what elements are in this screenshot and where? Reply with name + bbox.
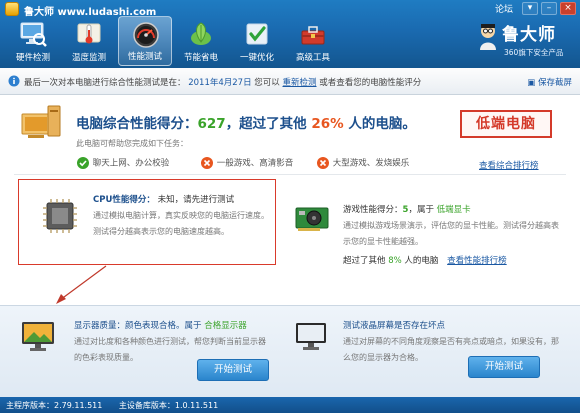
cpu-chip-icon bbox=[43, 199, 77, 233]
toolbox-icon bbox=[301, 26, 325, 45]
leaf-icon bbox=[191, 22, 211, 45]
gpu-score-title: 游戏性能得分：5，属于 低端显卡 bbox=[343, 203, 471, 215]
tasks-hint: 此电脑可帮助您完成如下任务： bbox=[76, 139, 188, 148]
nav-label: 硬件检测 bbox=[15, 53, 50, 63]
save-screenshot-button[interactable]: ▣ 保存截屏 bbox=[527, 76, 572, 88]
monitor-quality-label: 显示器质量：颜色表现合格。属于 bbox=[74, 321, 202, 331]
nav-advanced-tools[interactable]: 高级工具 bbox=[286, 16, 340, 66]
nav-power-saving[interactable]: 节能省电 bbox=[174, 16, 228, 66]
forum-link[interactable]: 论坛 bbox=[495, 2, 513, 15]
nav-label: 性能测试 bbox=[127, 52, 162, 62]
check-circle-icon bbox=[77, 157, 89, 169]
overall-rank-link[interactable]: 查看综合排行榜 bbox=[479, 159, 539, 171]
info-prefix: 最后一次对本电脑进行综合性能测试是在： bbox=[24, 78, 186, 88]
cpu-description: 通过模拟电脑计算，真实反映您的电脑运行速度。测试得分越高表示您的电脑速度越高。 bbox=[93, 211, 269, 236]
overall-score-percent: 26% bbox=[311, 116, 344, 132]
menu-dropdown-icon[interactable]: ▾ bbox=[522, 2, 538, 15]
capability-label: 一般游戏、高清影音 bbox=[216, 158, 294, 169]
nav-label: 温度监测 bbox=[71, 53, 106, 63]
start-lcd-test-button[interactable]: 开始测试 bbox=[468, 356, 540, 378]
cross-circle-icon bbox=[317, 157, 329, 169]
info-mid: 您可以 bbox=[254, 78, 280, 88]
save-screenshot-label: 保存截屏 bbox=[537, 78, 572, 88]
nav-temperature-monitor[interactable]: 温度监测 bbox=[62, 16, 116, 66]
version-info: 主程序版本：2.79.11.511 主设备库版本：1.0.11.511 bbox=[6, 400, 218, 411]
score-suffix: 人的电脑。 bbox=[348, 116, 416, 132]
display-tests-panel: 显示器质量：颜色表现合格。属于 合格显示器 通过对比度和各种颜色进行测试，帮您判… bbox=[0, 305, 580, 397]
gpu-beat-prefix: 超过了其他 bbox=[343, 256, 386, 266]
nav-performance-test[interactable]: 性能测试 bbox=[118, 16, 172, 66]
brand: 鲁大师 360旗下安全产品 bbox=[476, 20, 566, 64]
gpu-beat-line: 超过了其他 8% 人的电脑 查看性能排行榜 bbox=[343, 254, 507, 266]
gpu-rank-link[interactable]: 查看性能排行榜 bbox=[447, 256, 507, 266]
nav-hardware-detection[interactable]: 硬件检测 bbox=[6, 16, 60, 66]
last-test-date: 2011年4月27日 bbox=[188, 78, 252, 88]
brand-slogan: 360旗下安全产品 bbox=[504, 48, 564, 57]
device-db-version: 主设备库版本：1.0.11.511 bbox=[118, 401, 219, 410]
divider bbox=[14, 174, 566, 175]
score-middle: ，超过了其他 bbox=[225, 116, 307, 132]
graphics-card-icon bbox=[295, 207, 329, 231]
score-prefix: 电脑综合性能得分： bbox=[76, 116, 198, 132]
cpu-score-title: CPU性能得分： 未知，请先进行测试 bbox=[93, 193, 234, 205]
start-monitor-test-button[interactable]: 开始测试 bbox=[197, 359, 269, 381]
nav-one-click-optimize[interactable]: 一键优化 bbox=[230, 16, 284, 66]
capability-list: 聊天上网、办公校验 一般游戏、高清影音 大型游戏、发烧娱乐 bbox=[76, 156, 459, 170]
cpu-score-status: 未知，请先进行测试 bbox=[157, 195, 235, 205]
app-logo-icon bbox=[5, 2, 19, 16]
checkmark-icon bbox=[246, 23, 268, 45]
mascot-icon bbox=[480, 24, 496, 50]
gpu-beat-percent: 8% bbox=[388, 256, 402, 266]
info-suffix: 或者查看您的电脑性能评分 bbox=[319, 78, 422, 88]
capability-label: 聊天上网、办公校验 bbox=[92, 158, 170, 169]
nav-label: 高级工具 bbox=[295, 53, 330, 63]
capability-item: 一般游戏、高清影音 bbox=[200, 156, 316, 170]
brand-name: 鲁大师 bbox=[502, 25, 556, 45]
nav-label: 节能省电 bbox=[183, 53, 218, 63]
capability-item: 大型游戏、发烧娱乐 bbox=[316, 156, 459, 170]
main-nav: 硬件检测 温度监测 性能测试 节能省电 一键优化 高级工具 bbox=[6, 16, 340, 66]
hardware-monitor-icon bbox=[20, 22, 47, 47]
capability-item: 聊天上网、办公校验 bbox=[76, 156, 200, 170]
camera-icon: ▣ bbox=[527, 78, 536, 88]
gpu-beat-suffix: 人的电脑 bbox=[404, 256, 439, 266]
gpu-score-label: 游戏性能得分： bbox=[343, 205, 403, 215]
info-bar: 最后一次对本电脑进行综合性能测试是在： 2011年4月27日 您可以 重新检测 … bbox=[0, 68, 580, 95]
info-icon bbox=[8, 75, 20, 87]
lcd-screen-icon bbox=[296, 323, 326, 350]
computer-icon bbox=[21, 105, 61, 138]
close-icon[interactable]: × bbox=[560, 2, 576, 15]
header: 鲁大师 www.ludashi.com 论坛 ▾ – × 硬件检测 温度监测 性… bbox=[0, 0, 580, 68]
capability-label: 大型游戏、发烧娱乐 bbox=[332, 158, 410, 169]
pc-tier-stamp: 低端电脑 bbox=[460, 110, 552, 138]
gpu-tier-prefix: ，属于 bbox=[408, 205, 434, 215]
speedometer-icon bbox=[133, 22, 159, 48]
nav-label: 一键优化 bbox=[239, 53, 274, 63]
monitor-quality-title: 显示器质量：颜色表现合格。属于 合格显示器 bbox=[74, 319, 247, 331]
gpu-tier: 低端显卡 bbox=[436, 205, 471, 215]
cross-circle-icon bbox=[201, 157, 213, 169]
program-version: 主程序版本：2.79.11.511 bbox=[6, 401, 103, 410]
overall-score-line: 电脑综合性能得分：627，超过了其他 26% 人的电脑。 bbox=[76, 112, 416, 132]
last-test-info: 最后一次对本电脑进行综合性能测试是在： 2011年4月27日 您可以 重新检测 … bbox=[24, 76, 421, 88]
monitor-tier: 合格显示器 bbox=[204, 321, 247, 331]
retest-link[interactable]: 重新检测 bbox=[283, 78, 317, 88]
gpu-description: 通过模拟游戏场景演示，评估您的显卡性能。测试得分越高表示您的显卡性能越强。 bbox=[343, 221, 559, 246]
lcd-test-title: 测试液晶屏幕是否存在坏点 bbox=[343, 321, 446, 331]
window-controls: 论坛 ▾ – × bbox=[495, 2, 576, 15]
thermometer-icon bbox=[77, 23, 101, 44]
annotation-arrow-icon bbox=[56, 265, 107, 304]
monitor-icon bbox=[22, 322, 54, 351]
status-bar: 主程序版本：2.79.11.511 主设备库版本：1.0.11.511 bbox=[0, 397, 580, 413]
cpu-score-label: CPU性能得分： bbox=[93, 195, 155, 205]
cpu-card[interactable]: CPU性能得分： 未知，请先进行测试 通过模拟电脑计算，真实反映您的电脑运行速度… bbox=[18, 179, 276, 265]
minimize-icon[interactable]: – bbox=[541, 2, 557, 15]
main-panel: 电脑综合性能得分：627，超过了其他 26% 人的电脑。 此电脑可帮助您完成如下… bbox=[0, 96, 580, 305]
overall-score-value: 627 bbox=[197, 116, 226, 132]
